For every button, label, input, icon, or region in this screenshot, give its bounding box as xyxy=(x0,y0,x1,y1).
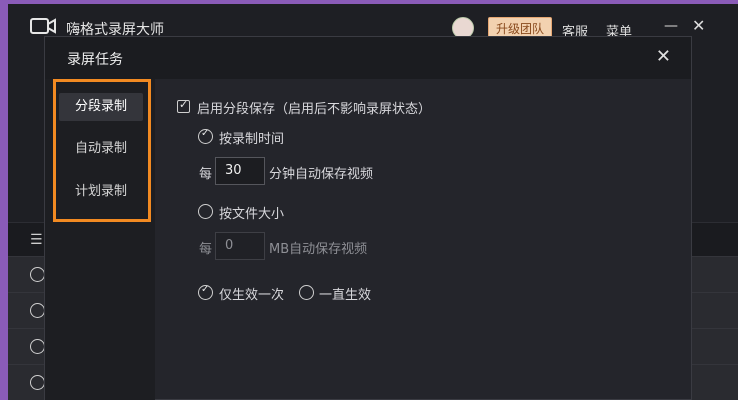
minimize-icon[interactable]: — xyxy=(664,18,678,34)
always-radio[interactable] xyxy=(299,285,314,300)
size-suffix-label: MB自动保存视频 xyxy=(269,242,368,257)
recording-task-dialog: 录屏任务 ✕ 分段录制 自动录制 计划录制 启用分段保存（启用后不影响录屏状态）… xyxy=(44,36,692,400)
radio-icon[interactable] xyxy=(30,375,45,390)
always-label: 一直生效 xyxy=(319,288,372,303)
sidebar-item-scheduled-record[interactable]: 计划录制 xyxy=(59,178,143,206)
once-radio[interactable] xyxy=(198,284,213,300)
app-close-icon[interactable]: ✕ xyxy=(692,16,705,35)
enable-segment-label: 启用分段保存（启用后不影响录屏状态） xyxy=(197,102,432,117)
dialog-title: 录屏任务 xyxy=(67,52,123,68)
sidebar-item-segment-record[interactable]: 分段录制 xyxy=(59,93,143,121)
size-every-label: 每 xyxy=(199,242,213,257)
enable-segment-checkbox[interactable] xyxy=(177,98,190,113)
segment-settings-panel: 启用分段保存（启用后不影响录屏状态） 按录制时间 每 30 分钟自动保存视频 按… xyxy=(155,79,693,400)
by-size-label: 按文件大小 xyxy=(219,207,285,222)
by-time-radio[interactable] xyxy=(198,128,213,144)
by-time-label: 按录制时间 xyxy=(219,132,285,147)
radio-icon[interactable] xyxy=(30,267,45,282)
close-icon[interactable]: ✕ xyxy=(656,46,671,67)
sidebar-item-auto-record[interactable]: 自动录制 xyxy=(59,135,143,163)
every-label: 每 xyxy=(199,167,213,182)
size-mb-input[interactable]: 0 xyxy=(215,232,265,260)
dialog-sidebar: 分段录制 自动录制 计划录制 xyxy=(45,79,155,400)
radio-icon[interactable] xyxy=(30,303,45,318)
time-minutes-input[interactable]: 30 xyxy=(215,157,265,185)
list-icon[interactable]: ☰ xyxy=(30,232,43,248)
time-suffix-label: 分钟自动保存视频 xyxy=(269,167,374,182)
camera-logo-icon xyxy=(30,18,56,34)
dialog-header: 录屏任务 ✕ xyxy=(45,37,691,79)
radio-icon[interactable] xyxy=(30,339,45,354)
by-size-radio[interactable] xyxy=(198,204,213,219)
once-label: 仅生效一次 xyxy=(219,288,285,303)
